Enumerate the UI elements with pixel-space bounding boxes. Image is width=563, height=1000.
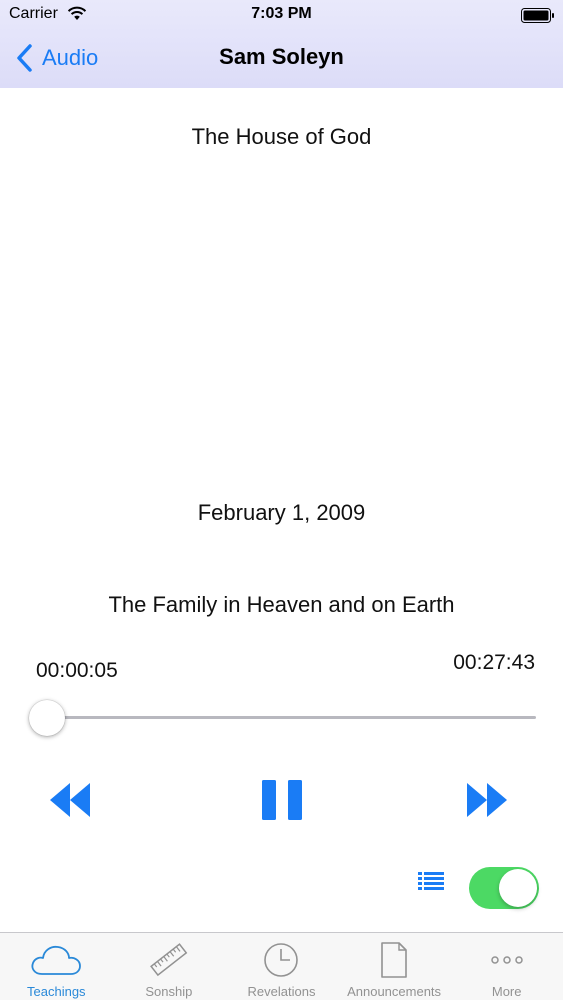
tab-more[interactable]: More — [450, 933, 563, 1000]
document-icon — [381, 942, 407, 978]
progress-slider[interactable] — [28, 700, 538, 736]
toggle-switch[interactable] — [469, 867, 539, 909]
total-time: 00:27:43 — [453, 651, 535, 674]
tab-label: More — [491, 984, 522, 999]
slider-thumb[interactable] — [29, 700, 66, 736]
tab-label: Revelations — [247, 984, 316, 999]
tab-label: Sonship — [145, 984, 193, 999]
rewind-icon[interactable] — [48, 780, 92, 820]
status-time: 7:03 PM — [251, 5, 312, 22]
tab-bar: Teachings Sonship Revelations Announceme… — [0, 932, 563, 1000]
list-icon[interactable] — [418, 871, 444, 891]
status-bar: Carrier 7:03 PM — [0, 0, 563, 30]
tab-label: Announcements — [347, 984, 442, 999]
ruler-icon — [149, 943, 188, 977]
tab-label: Teachings — [27, 984, 86, 999]
elapsed-time: 00:00:05 — [36, 659, 118, 682]
sermon-date: February 1, 2009 — [197, 500, 366, 525]
tab-teachings[interactable]: Teachings — [0, 933, 113, 1000]
sermon-title: The Family in Heaven and on Earth — [108, 592, 455, 617]
tab-revelations[interactable]: Revelations — [225, 933, 338, 1000]
tab-sonship[interactable]: Sonship — [113, 933, 226, 1000]
fast-forward-icon[interactable] — [465, 780, 509, 820]
top-bar: Carrier 7:03 PM Audio Sam Soleyn — [0, 0, 563, 88]
battery-icon — [521, 8, 554, 23]
cloud-icon — [31, 945, 82, 975]
clock-icon — [264, 943, 299, 977]
pause-icon[interactable] — [260, 779, 304, 821]
nav-title: Sam Soleyn — [219, 44, 344, 69]
slider-track — [46, 716, 536, 719]
toggle-knob — [499, 869, 537, 907]
more-icon — [490, 956, 523, 964]
navigation-bar: Audio Sam Soleyn — [0, 30, 563, 88]
tab-announcements[interactable]: Announcements — [338, 933, 451, 1000]
series-title: The House of God — [191, 124, 372, 149]
